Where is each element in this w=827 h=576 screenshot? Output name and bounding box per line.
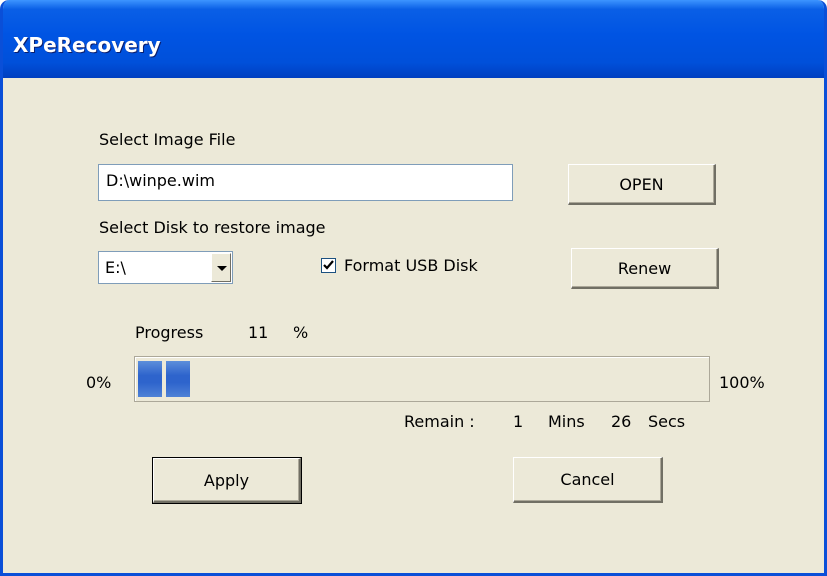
image-path-input[interactable]: D:\winpe.wim <box>98 164 513 201</box>
progress-block <box>138 361 162 397</box>
progress-bar <box>134 356 710 402</box>
renew-button[interactable]: Renew <box>571 248 719 289</box>
select-image-file-label: Select Image File <box>99 130 236 149</box>
xperecovery-window: XPeRecovery Select Image File D:\winpe.w… <box>0 0 827 576</box>
progress-block <box>166 361 190 397</box>
progress-value: 11 <box>248 323 269 342</box>
disk-select-value: E:\ <box>105 258 126 277</box>
select-disk-label: Select Disk to restore image <box>99 218 326 237</box>
format-usb-checkbox[interactable] <box>321 258 336 273</box>
window-title: XPeRecovery <box>13 33 161 57</box>
title-bar[interactable]: XPeRecovery <box>3 0 824 78</box>
progress-unit: % <box>293 323 309 342</box>
mins-label: Mins <box>548 412 585 431</box>
checkmark-icon <box>323 260 334 270</box>
progress-max-label: 100% <box>719 373 765 392</box>
progress-min-label: 0% <box>86 373 112 392</box>
format-usb-label[interactable]: Format USB Disk <box>344 256 478 275</box>
disk-select[interactable]: E:\ <box>98 251 233 284</box>
secs-label: Secs <box>648 412 686 431</box>
open-button[interactable]: OPEN <box>568 164 716 205</box>
remain-mins-value: 1 <box>513 412 524 431</box>
progress-label: Progress <box>135 323 204 342</box>
remain-secs-value: 26 <box>611 412 632 431</box>
cancel-button[interactable]: Cancel <box>513 457 663 503</box>
chevron-down-icon[interactable] <box>211 253 231 282</box>
apply-button[interactable]: Apply <box>152 457 302 504</box>
remain-label: Remain : <box>404 412 475 431</box>
